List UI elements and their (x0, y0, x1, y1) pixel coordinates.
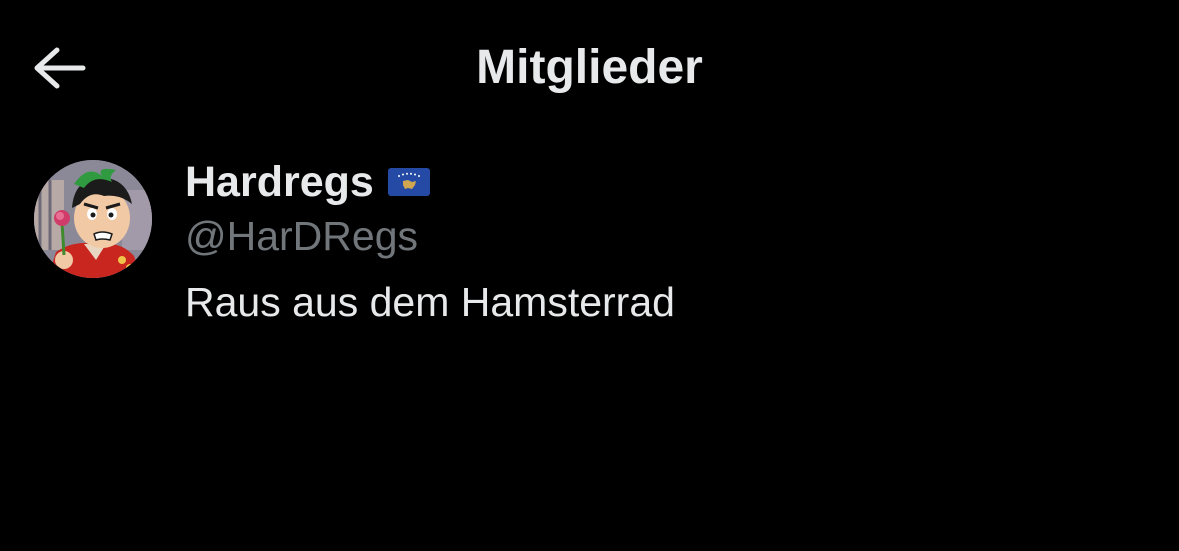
user-bio: Raus aus dem Hamsterrad (185, 279, 675, 325)
avatar-image (34, 160, 152, 278)
kosovo-flag-icon (387, 168, 430, 196)
user-handle: @HarDRegs (185, 213, 419, 259)
top-bar: Mitglieder (0, 0, 1179, 135)
arrow-left-icon (34, 47, 86, 89)
members-screen: Mitglieder Hardregs @HarDRegs Raus aus d… (0, 0, 1179, 551)
display-name: Hardregs (185, 158, 374, 206)
member-info: Hardregs @HarDRegs Raus aus dem Hamsterr… (185, 154, 675, 330)
name-line: Hardregs (185, 154, 675, 210)
member-list-item[interactable]: Hardregs @HarDRegs Raus aus dem Hamsterr… (0, 150, 1179, 330)
avatar[interactable] (34, 160, 152, 278)
page-title: Mitglieder (476, 41, 703, 94)
back-button[interactable] (28, 40, 92, 96)
